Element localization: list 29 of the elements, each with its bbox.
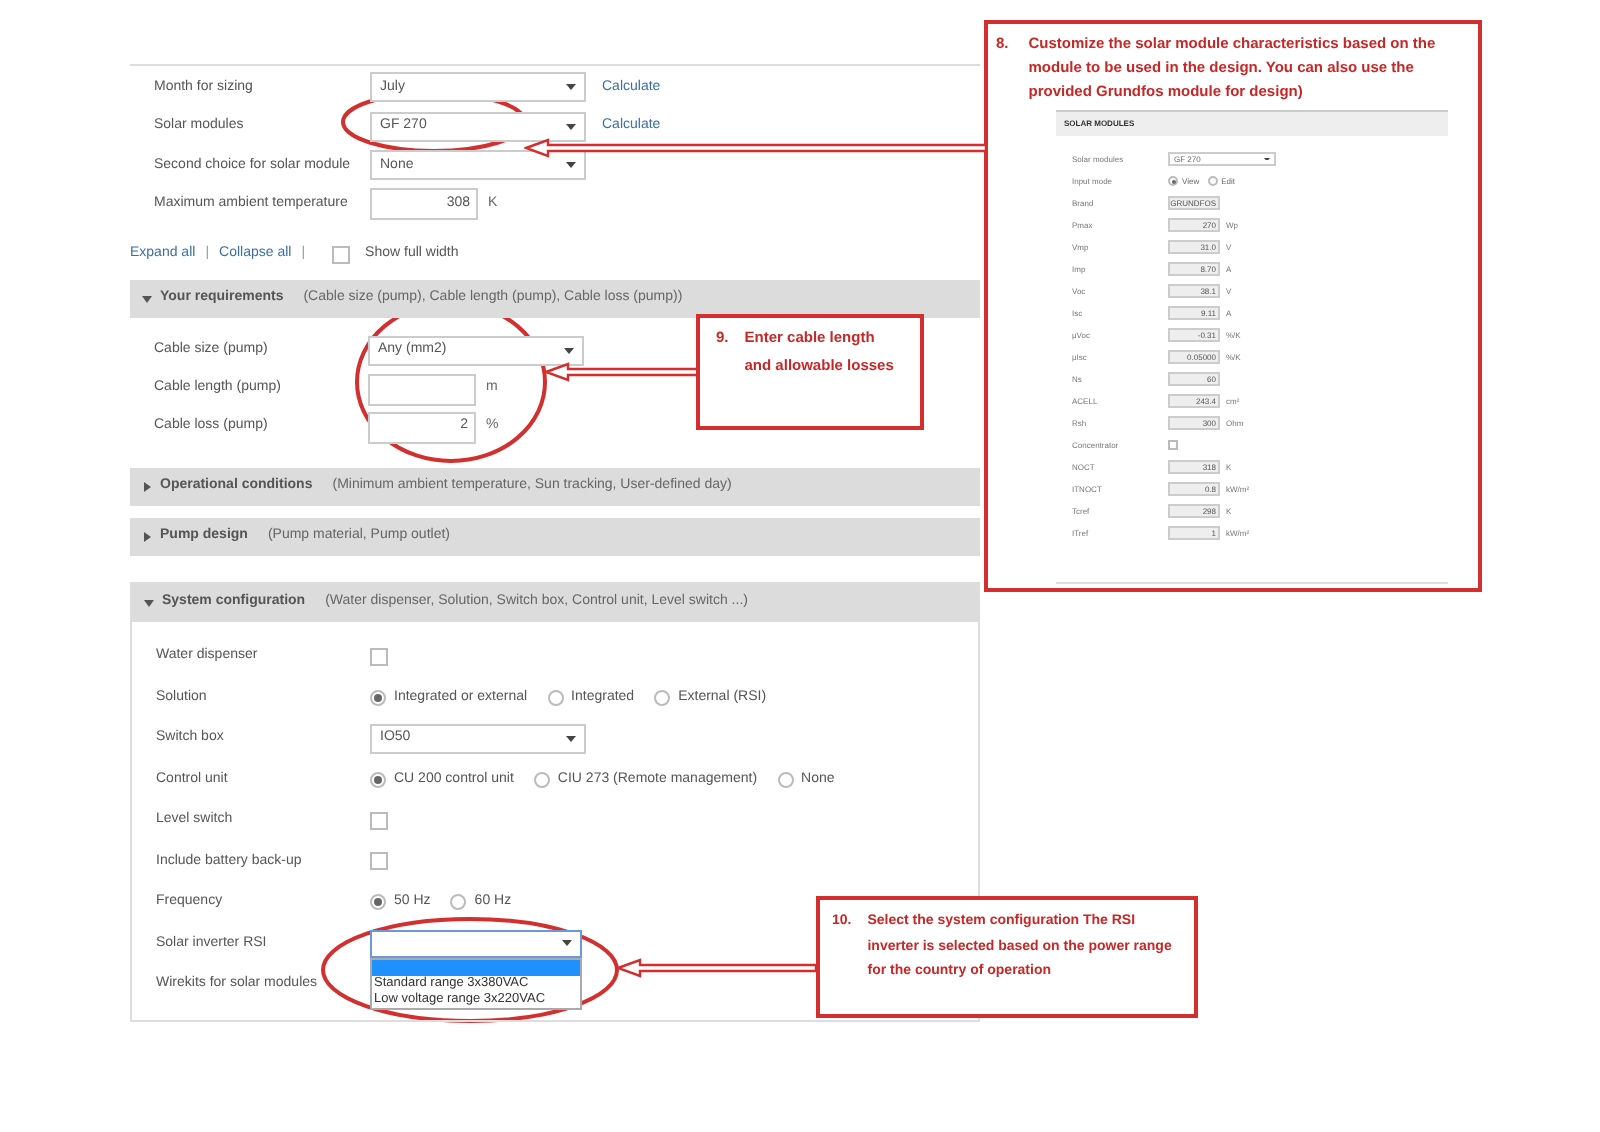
caret-icon <box>562 940 572 947</box>
radio-button[interactable] <box>533 771 550 788</box>
expand-icon <box>142 482 152 492</box>
caret-icon <box>566 735 576 742</box>
radio-button[interactable] <box>370 771 386 788</box>
radio-button[interactable] <box>654 689 671 706</box>
caret-icon <box>566 84 576 91</box>
radio-button[interactable] <box>1207 176 1218 186</box>
radio-button[interactable] <box>777 771 794 788</box>
checkbox[interactable] <box>1168 440 1178 450</box>
caret-icon <box>564 348 574 354</box>
checkbox[interactable] <box>331 246 350 264</box>
caret-icon <box>566 162 576 169</box>
dropdown-option[interactable] <box>372 959 580 976</box>
radio-button[interactable] <box>450 894 467 911</box>
checkbox[interactable] <box>370 647 388 666</box>
select-field[interactable] <box>370 929 582 958</box>
radio-button[interactable] <box>1168 176 1178 186</box>
number-field[interactable] <box>368 373 476 405</box>
radio-button[interactable] <box>370 894 386 911</box>
caret-icon <box>1264 157 1270 161</box>
checkbox[interactable] <box>370 852 388 871</box>
caret-icon <box>566 123 576 130</box>
radio-button[interactable] <box>370 689 386 706</box>
collapse-icon <box>144 598 154 608</box>
collapse-icon <box>142 294 152 304</box>
checkbox[interactable] <box>370 811 388 830</box>
expand-icon <box>142 532 152 542</box>
radio-button[interactable] <box>547 689 564 706</box>
